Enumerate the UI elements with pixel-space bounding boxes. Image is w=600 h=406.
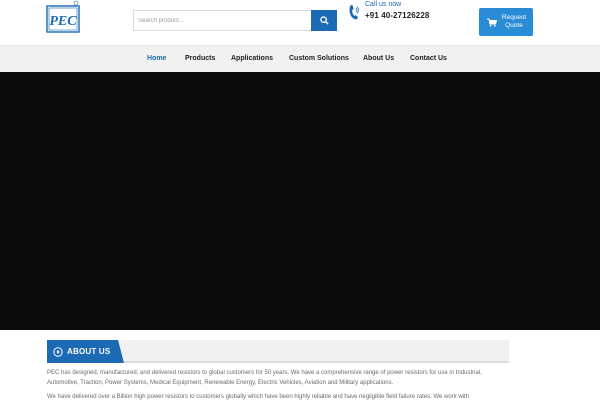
phone-number[interactable]: +91 40-27126228 [365,11,429,20]
nav-item-custom-solutions[interactable]: Custom Solutions [289,46,349,72]
quote-line-1: Request [501,14,527,21]
search-button[interactable] [311,10,337,31]
request-quote-button[interactable]: Request Quote [479,8,533,36]
nav-item-applications[interactable]: Applications [231,46,273,72]
about-section-tab: ABOUT US [47,340,124,363]
about-paragraph-1: PEC has designed, manufactured, and deli… [47,370,482,386]
call-us-label: Call us now [365,1,402,8]
product-search [133,10,337,31]
about-paragraph-2: We have delivered over a Billion high po… [47,394,470,400]
quote-line-2: Quote [505,22,523,29]
request-quote-label: Request Quote [501,14,527,30]
main-nav: Home Products Applications Custom Soluti… [0,45,600,72]
search-icon [319,16,329,25]
about-section-title: ABOUT US [67,347,111,356]
play-circle-icon [53,346,63,357]
site-header: PEC Call us now +91 40-27126228 Request … [0,0,600,45]
search-input[interactable] [133,10,313,31]
pec-logo[interactable]: PEC [46,0,80,34]
hero-banner[interactable] [0,72,600,330]
nav-item-home[interactable]: Home [147,46,166,72]
nav-item-products[interactable]: Products [185,46,215,72]
svg-text:PEC: PEC [49,14,77,29]
nav-item-about-us[interactable]: About Us [363,46,394,72]
about-text: PEC has designed, manufactured, and deli… [47,368,507,406]
phone-icon [349,5,359,20]
nav-item-contact-us[interactable]: Contact Us [410,46,447,72]
cart-icon [487,18,497,27]
